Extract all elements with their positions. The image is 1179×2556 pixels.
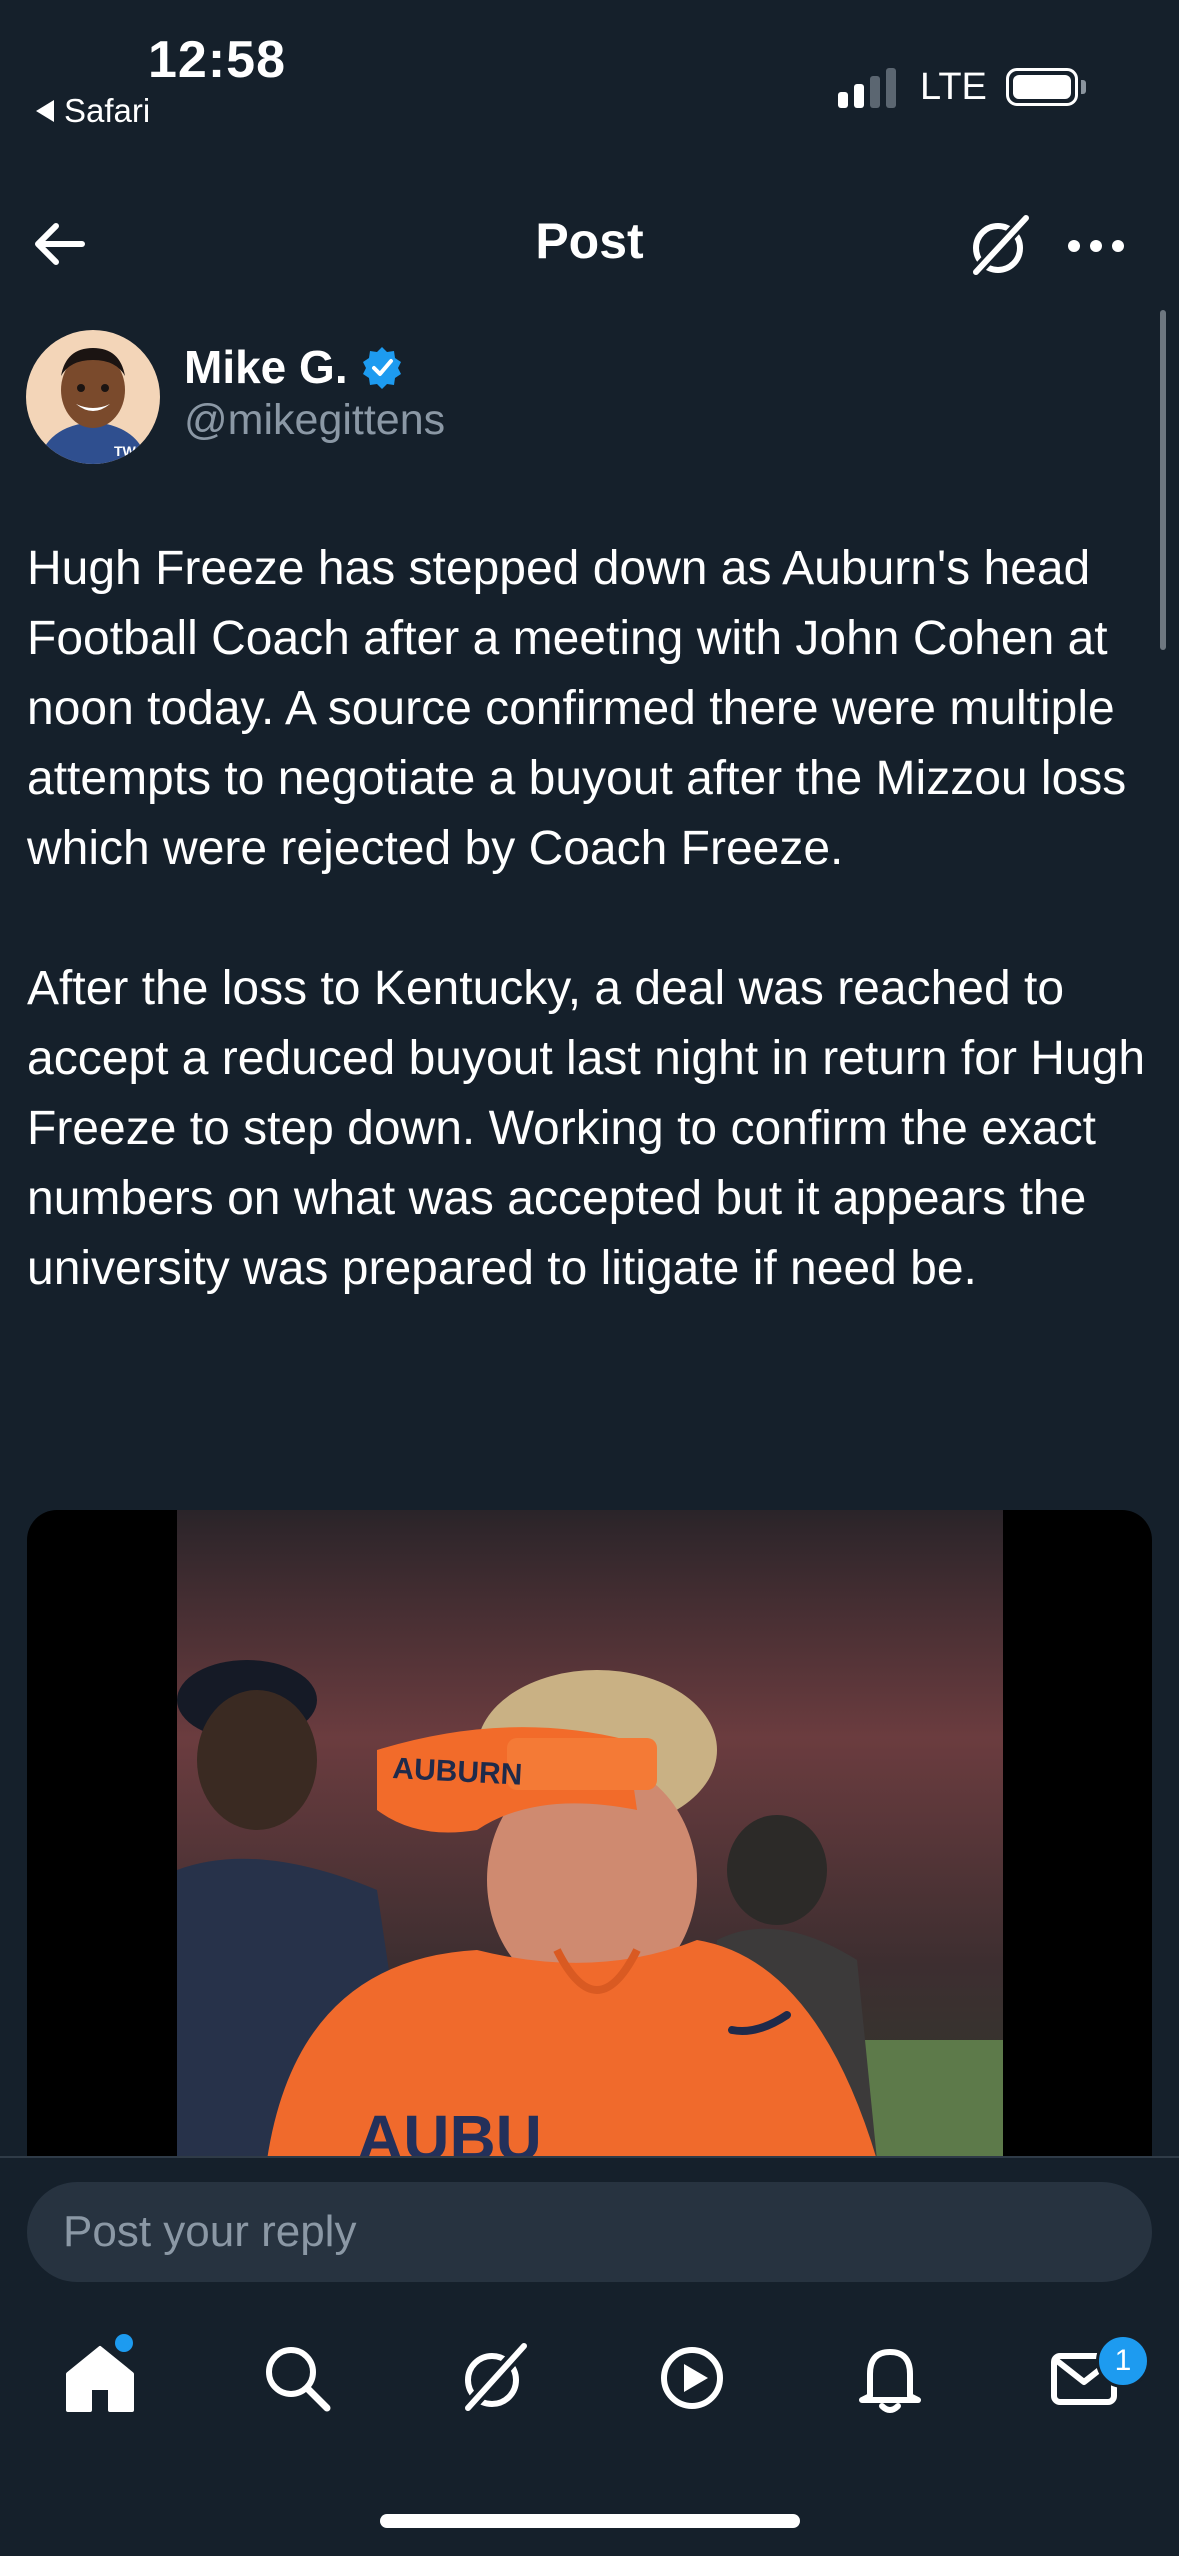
home-indicator[interactable] <box>380 2514 800 2528</box>
back-arrow-icon[interactable] <box>28 212 92 276</box>
home-notification-dot <box>115 2334 133 2352</box>
signal-strength-icon <box>838 68 896 108</box>
shirt-text: AUBU <box>357 2102 542 2160</box>
tweet-photo: AUBURN AUBU <box>177 1510 1003 2160</box>
grok-nav-icon[interactable] <box>454 2338 534 2418</box>
back-to-app-link[interactable]: Safari <box>36 92 150 130</box>
avatar-illustration: TW <box>26 330 160 464</box>
avatar-logo-text: TW <box>114 443 137 459</box>
battery-icon <box>1006 68 1078 106</box>
more-icon[interactable] <box>1064 226 1128 266</box>
network-type: LTE <box>920 66 987 108</box>
notifications-icon[interactable] <box>850 2338 930 2418</box>
author-name-row[interactable]: Mike G. <box>184 340 404 394</box>
messages-badge: 1 <box>1096 2334 1150 2388</box>
avatar[interactable]: TW <box>26 330 160 464</box>
verified-badge-icon <box>362 347 401 389</box>
tweet-media[interactable]: AUBURN AUBU <box>27 1510 1152 2160</box>
back-triangle-icon <box>36 100 54 122</box>
tweet-text: Hugh Freeze has stepped down as Auburn's… <box>27 542 1146 1295</box>
status-time: 12:58 <box>148 31 286 89</box>
photo-illustration: AUBURN AUBU <box>177 1510 1003 2160</box>
author-name[interactable]: Mike G. <box>184 340 348 394</box>
back-app-label: Safari <box>64 92 151 129</box>
grok-icon[interactable] <box>964 210 1036 282</box>
reply-input[interactable] <box>27 2182 1152 2282</box>
search-icon[interactable] <box>257 2338 337 2418</box>
video-icon[interactable] <box>652 2338 732 2418</box>
visor-text: AUBURN <box>392 1752 524 1792</box>
battery-cap <box>1081 80 1086 94</box>
author-handle[interactable]: @mikegittens <box>184 396 445 445</box>
